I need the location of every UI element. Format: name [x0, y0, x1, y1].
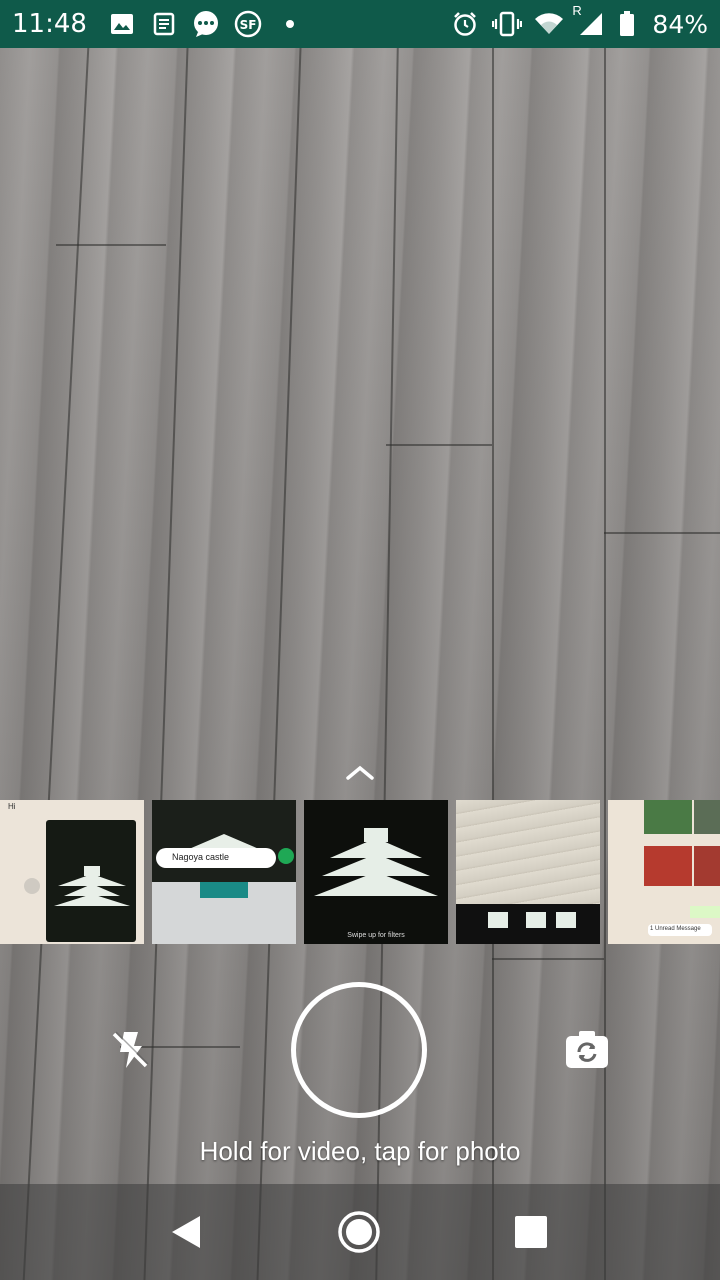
navigation-bar	[0, 1184, 720, 1280]
gallery-thumbnail[interactable]: Swipe up for filters	[304, 800, 448, 944]
flash-off-icon[interactable]	[108, 1028, 152, 1072]
floor-seam	[56, 244, 166, 246]
gallery-thumbnail[interactable]: Nagoya castle	[152, 800, 296, 944]
recents-icon[interactable]	[515, 1216, 547, 1248]
roaming-label: R	[572, 3, 582, 18]
alarm-icon	[450, 9, 480, 39]
vibrate-icon	[492, 9, 523, 39]
gallery-thumbnail[interactable]: Hi	[0, 800, 144, 944]
thumbnail-caption: 1 Unread Message	[650, 926, 701, 932]
image-icon	[107, 9, 137, 39]
svg-text:SF: SF	[240, 18, 257, 32]
status-time: 11:48	[12, 9, 87, 39]
sf-app-icon: SF	[233, 9, 263, 39]
battery-percent: 84%	[652, 9, 708, 39]
news-icon	[149, 9, 179, 39]
back-icon[interactable]	[168, 1214, 204, 1250]
floor-seam	[386, 444, 492, 446]
floor-seam	[492, 48, 494, 1280]
home-icon[interactable]	[337, 1210, 381, 1254]
signal-roaming-icon: R	[572, 3, 606, 39]
chevron-up-icon[interactable]	[344, 762, 376, 782]
thumbnail-caption: Swipe up for filters	[347, 932, 405, 939]
floor-seam	[22, 48, 90, 1280]
floor-seam	[256, 48, 302, 1280]
floor-seam	[604, 532, 720, 534]
camera-flip-icon[interactable]	[564, 1028, 610, 1072]
floor-seam	[604, 48, 606, 1280]
status-bar: 11:48 SF R 84%	[0, 0, 720, 48]
castle-image	[314, 828, 438, 896]
thumbnail-caption: Nagoya castle	[172, 852, 230, 862]
wifi-icon	[534, 9, 564, 39]
castle-image	[54, 866, 130, 906]
floor-seam	[492, 958, 604, 960]
recent-photos-strip[interactable]: Hi Nagoya castle Swipe up for filters 1 …	[0, 800, 720, 944]
dot-icon	[275, 9, 305, 39]
gallery-thumbnail[interactable]	[456, 800, 600, 944]
message-icon	[191, 9, 221, 39]
thumbnail-caption: Hi	[8, 802, 16, 811]
capture-hint: Hold for video, tap for photo	[199, 1136, 521, 1166]
battery-icon	[618, 9, 636, 39]
shutter-button[interactable]	[291, 982, 427, 1118]
gallery-thumbnail[interactable]: 1 Unread Message	[608, 800, 720, 944]
floor-seam	[143, 48, 189, 1280]
